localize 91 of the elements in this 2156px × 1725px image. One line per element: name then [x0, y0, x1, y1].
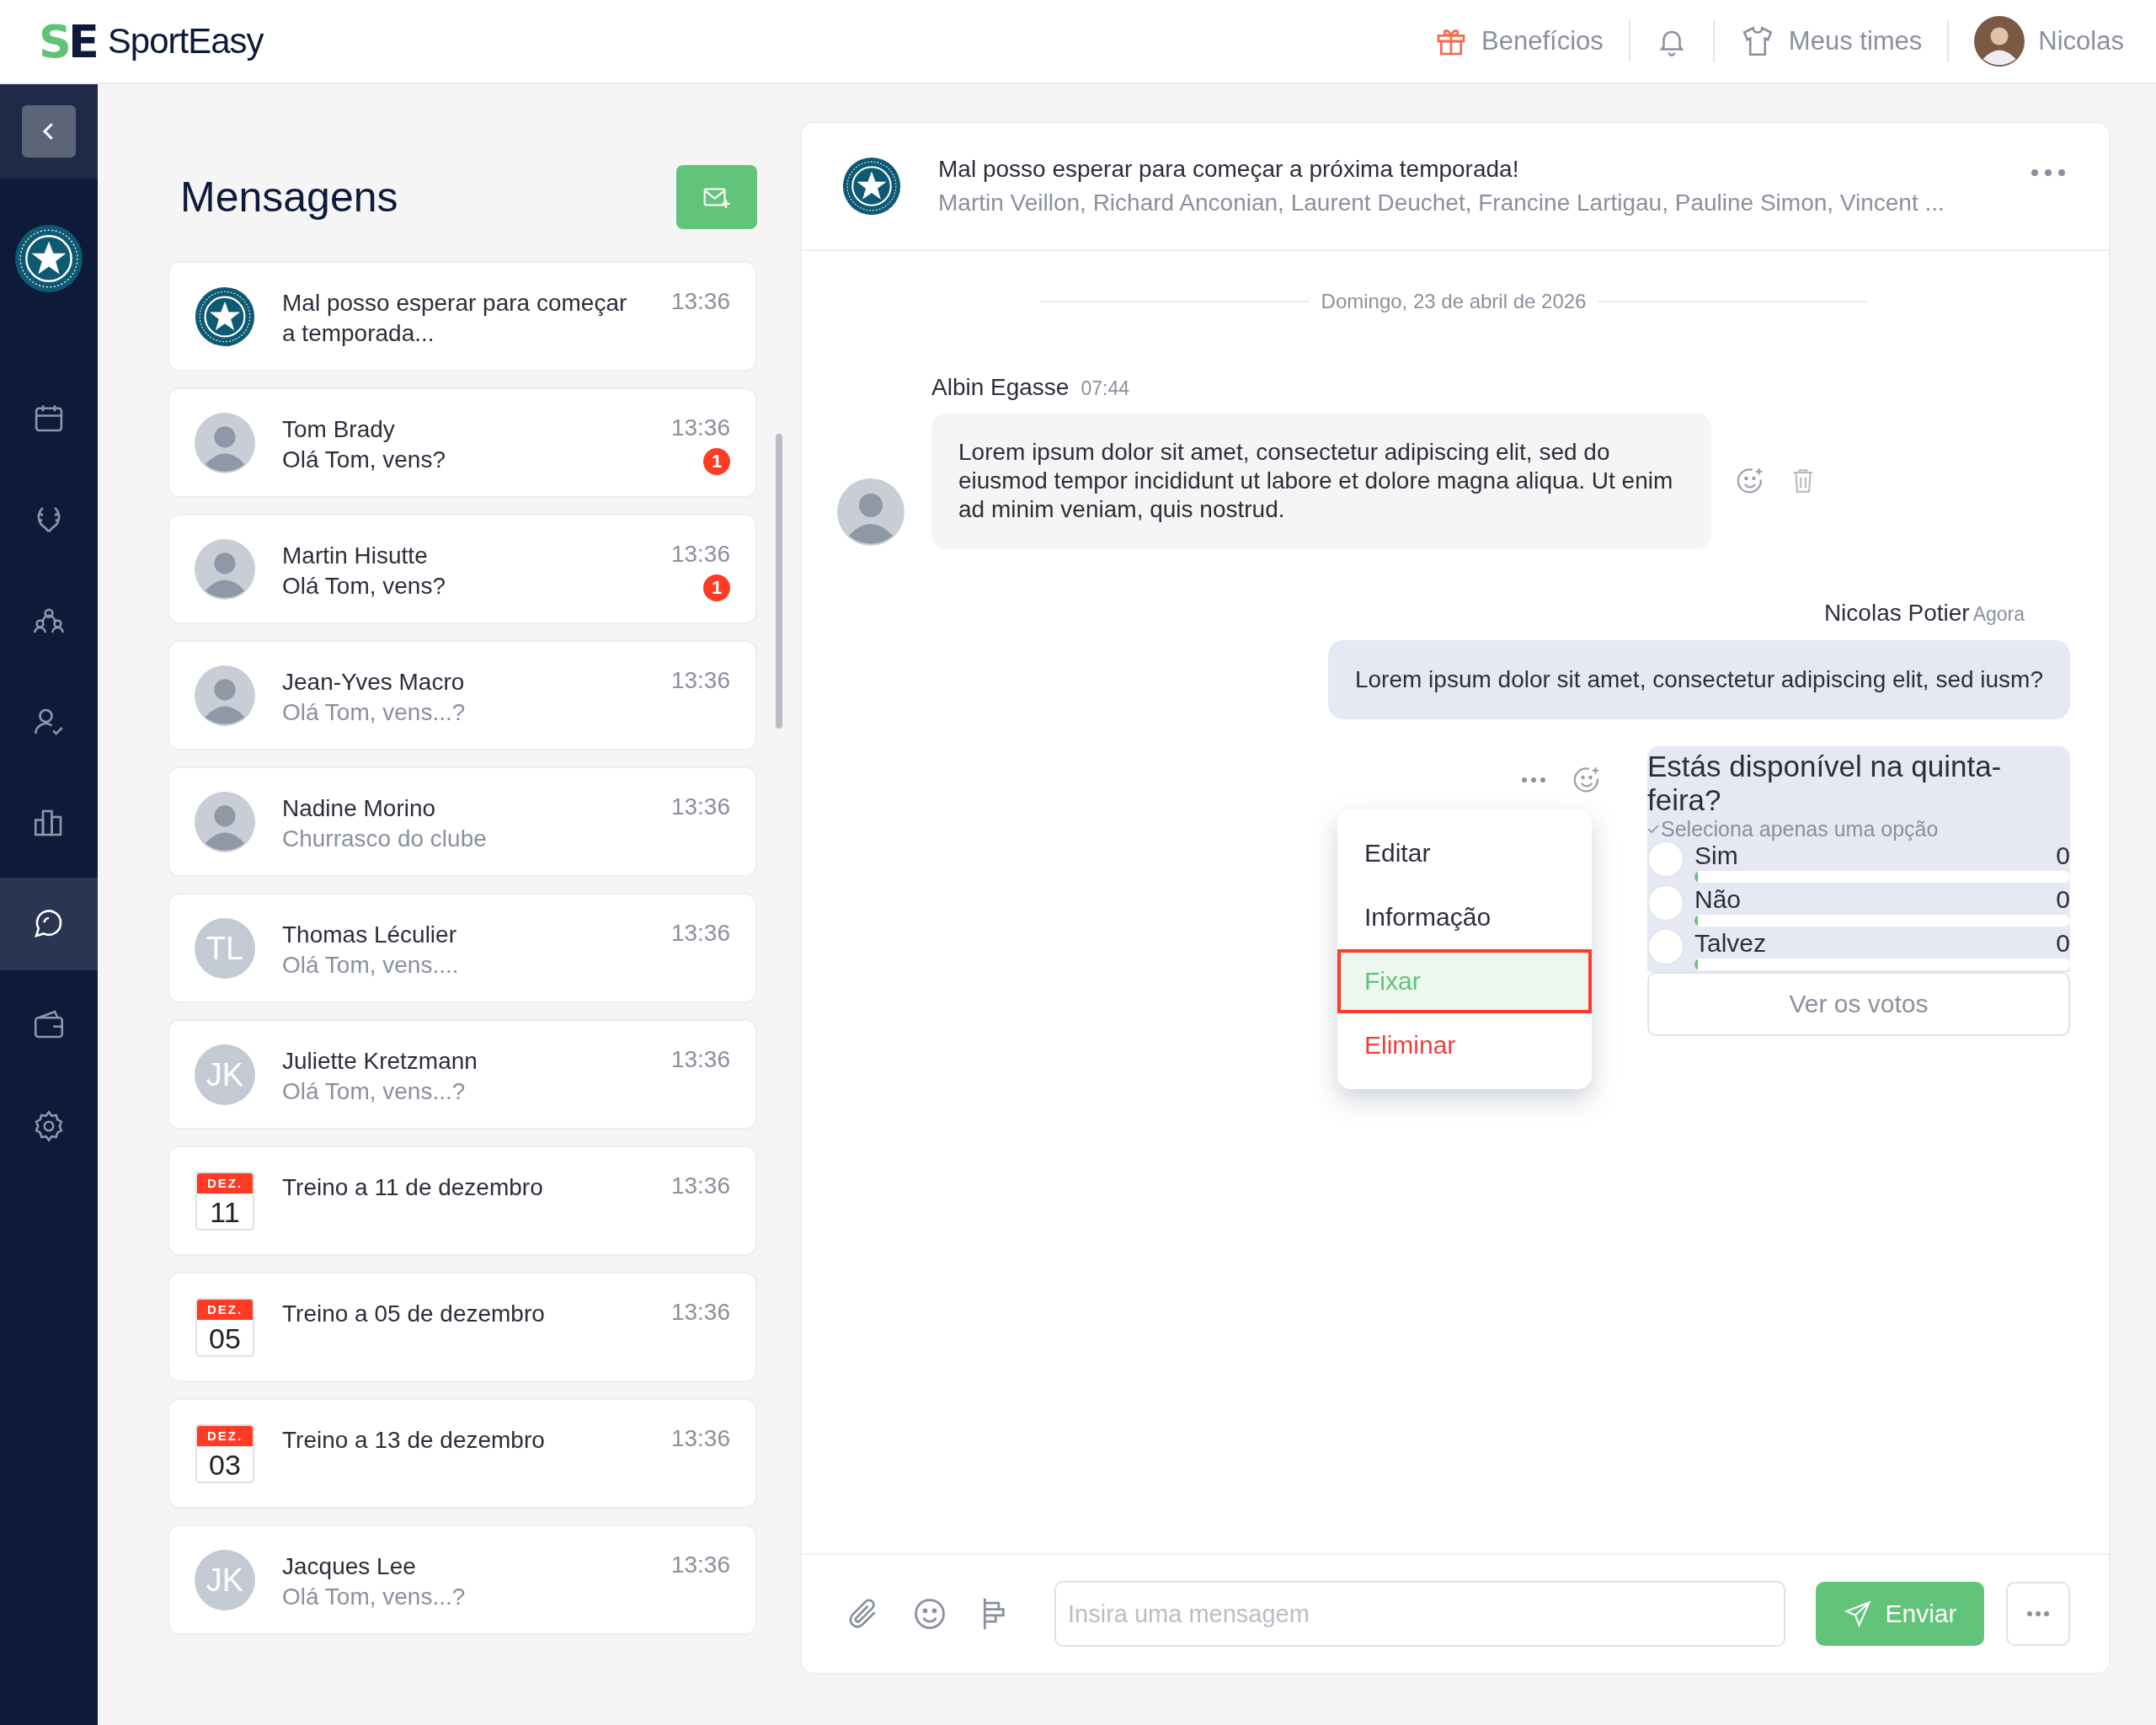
conversation-time: 13:36 [670, 793, 730, 821]
conversation-preview: Olá Tom, vens? [282, 446, 447, 474]
unread-count-badge: 1 [703, 448, 730, 475]
conversation-item[interactable]: Martin Hisutte Olá Tom, vens? 13:36 1 [168, 514, 757, 624]
message-input[interactable]: Insira uma mensagem [1054, 1581, 1785, 1647]
message-bubble: Lorem ipsum dolor sit amet, consectetur adipiscing elit, sed iusm? [1327, 640, 2070, 719]
conversation-title: Treino a 13 de dezembro [282, 1426, 546, 1455]
conversation-title: Jean-Yves Macro [282, 668, 466, 697]
conversation-time: 13:36 [670, 414, 730, 442]
poll-option-label: Sim [1694, 841, 1738, 871]
avatar-photo-placeholder [195, 792, 255, 852]
conversation-time: 13:36 [670, 1551, 730, 1579]
vote-count: 0 [2056, 884, 2070, 915]
date-separator: Domingo, 23 de abril de 2026 [1321, 290, 1587, 313]
message-time: 07:44 [1081, 377, 1129, 400]
conversation-time: 13:36 [670, 1045, 730, 1074]
back-button[interactable] [22, 105, 76, 158]
conversation-preview: Churrasco do clube [282, 825, 488, 853]
message-time: Agora [1972, 603, 2025, 626]
sidebar-item[interactable] [0, 878, 98, 970]
conversation-item[interactable]: Nadine Morino Churrasco do clube 13:36 [168, 766, 757, 877]
message-bubble: Lorem ipsum dolor sit amet, consectetur adipiscing elit, sed do eiusmod tempor incididunt ut labore et dolore magna aliqua. Ut enim ad minim veniam, quis nostrud. [931, 413, 1711, 549]
initials-avatar: JK [195, 1044, 255, 1105]
scrollbar-thumb[interactable] [776, 434, 782, 729]
conversation-title: Jacques Lee [282, 1552, 417, 1581]
conversation-item[interactable]: JK Jacques Lee Olá Tom, vens...? 13:36 [168, 1525, 757, 1635]
vote-count: 0 [2056, 928, 2070, 959]
conversation-item[interactable]: TL Thomas Léculier Olá Tom, vens.... 13:36 [168, 893, 757, 1003]
conversation-preview: Olá Tom, vens? [282, 572, 447, 601]
conversation-title: Juliette Kretzmann [282, 1047, 478, 1076]
conversation-title: Mal posso esperar para começar a próxima temporada! [938, 156, 1520, 183]
conversation-preview: Olá Tom, vens...? [282, 1077, 467, 1106]
initials-avatar: TL [195, 918, 255, 979]
poll-hint: Seleciona apenas uma opção [1661, 817, 1939, 841]
conversation-title: Thomas Léculier [282, 921, 457, 949]
member-list: Martin Veillon, Richard Anconian, Laurent Deuchet, Francine Lartigau, Pauline Simon, Vincent ... [938, 190, 1989, 216]
check-icon [1647, 824, 1659, 834]
conversation-item[interactable]: DEZ. 03 Treino a 13 de dezembro 13:36 [168, 1398, 757, 1509]
logo-text: SportEasy [107, 21, 264, 61]
conversation-preview: Olá Tom, vens...? [282, 698, 467, 727]
message-author: Nicolas Potier [1823, 600, 1970, 627]
conversation-time: 13:36 [670, 919, 730, 948]
menu-item[interactable]: Editar [1337, 821, 1592, 885]
conversation-title: Tom Brady [282, 415, 396, 444]
conversation-title: Treino a 11 de dezembro [282, 1173, 544, 1202]
poll-option-label: Não [1694, 884, 1742, 915]
conversation-title: Treino a 05 de dezembro [282, 1300, 546, 1328]
new-message-button[interactable] [676, 165, 757, 229]
more-dots-icon [2026, 1610, 2050, 1617]
conversation-time: 13:36 [670, 540, 730, 569]
conversation-preview: Olá Tom, vens.... [282, 951, 460, 980]
team-logo-icon [195, 286, 255, 347]
conversation-item[interactable]: Mal posso esperar para começar a temporada... 13:36 [168, 261, 757, 371]
unread-count-badge: 1 [703, 574, 730, 601]
conversation-item[interactable]: DEZ. 11 Treino a 11 de dezembro 13:36 [168, 1146, 757, 1256]
conversation-time: 13:36 [670, 666, 730, 695]
poll-option-label: Talvez [1694, 928, 1767, 959]
avatar-photo-placeholder [195, 413, 255, 473]
menu-item[interactable]: Eliminar [1337, 1013, 1592, 1077]
menu-item[interactable]: Informação [1337, 885, 1592, 949]
conversation-item[interactable]: Tom Brady Olá Tom, vens? 13:36 1 [168, 387, 757, 498]
avatar-photo-placeholder [195, 539, 255, 600]
initials-avatar: JK [195, 1550, 255, 1610]
logo-mark: SE [39, 14, 96, 68]
vote-count: 0 [2056, 841, 2070, 871]
calendar-date-badge: DEZ. 11 [195, 1172, 254, 1231]
conversation-title: Nadine Morino [282, 794, 437, 823]
message-author: Albin Egasse [931, 374, 1070, 401]
avatar-photo-placeholder [195, 665, 255, 726]
more-dots-icon[interactable] [1521, 777, 1546, 783]
calendar-date-badge: DEZ. 05 [195, 1298, 254, 1357]
conversation-time: 13:36 [670, 1172, 730, 1200]
more-dots-icon [2030, 167, 2067, 178]
avatar-photo-placeholder [1974, 16, 2025, 67]
poll-question: Estás disponível na quinta-feira? [1647, 749, 2003, 817]
calendar-date-badge: DEZ. 03 [195, 1424, 254, 1483]
conversation-time: 13:36 [670, 287, 730, 316]
team-logo-icon [842, 157, 901, 216]
conversation-title: Martin Hisutte [282, 542, 429, 570]
radio-button[interactable] [1647, 884, 1684, 921]
conversation-item[interactable]: Jean-Yves Macro Olá Tom, vens...? 13:36 [168, 640, 757, 750]
radio-button[interactable] [1647, 841, 1684, 878]
conversation-time: 13:36 [670, 1298, 730, 1327]
conversation-time: 13:36 [670, 1424, 730, 1453]
conversation-title: Mal posso esperar para começar a temporada... [282, 289, 628, 348]
conversation-item[interactable]: JK Juliette Kretzmann Olá Tom, vens...? 13:36 [168, 1019, 757, 1130]
conversation-item[interactable]: DEZ. 05 Treino a 05 de dezembro 13:36 [168, 1272, 757, 1382]
conversation-preview: Olá Tom, vens...? [282, 1583, 467, 1611]
radio-button[interactable] [1647, 928, 1684, 965]
team-logo-icon [14, 224, 83, 293]
page-title: Mensagens [180, 173, 398, 222]
